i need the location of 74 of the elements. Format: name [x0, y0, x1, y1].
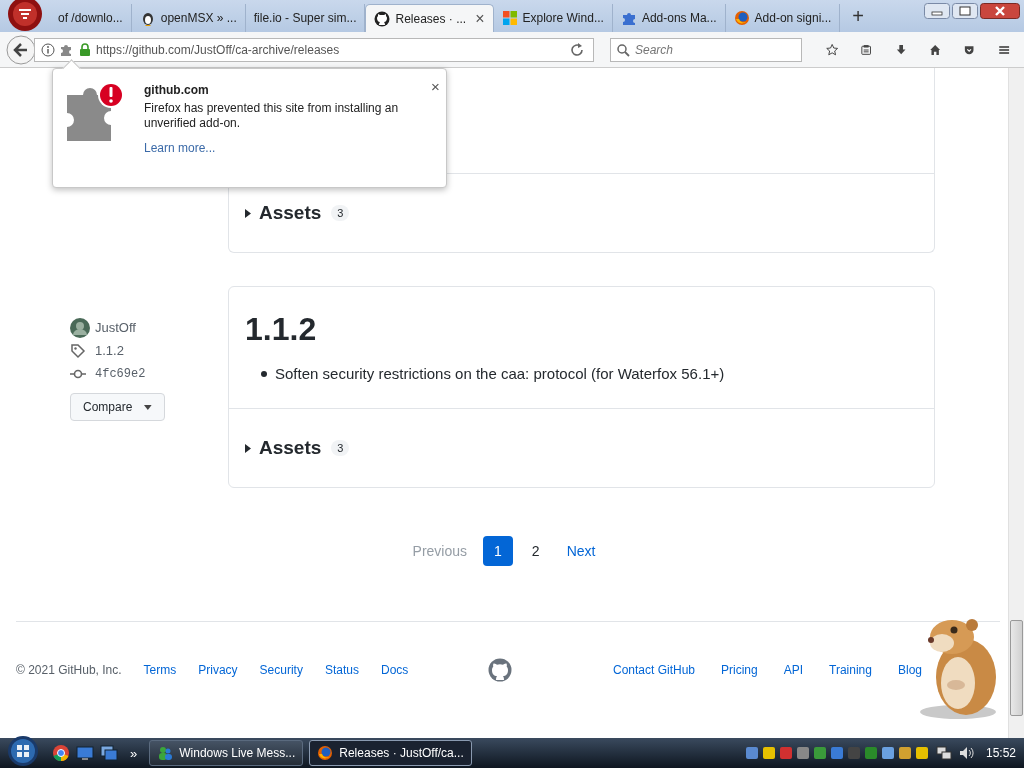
puzzle-icon — [60, 42, 74, 57]
octocat-logo-icon[interactable] — [487, 658, 512, 682]
commit-link[interactable]: 4fc69e2 — [95, 366, 146, 381]
caret-icon — [144, 404, 152, 410]
network-icon[interactable] — [935, 746, 952, 760]
tray-icon[interactable] — [744, 746, 759, 760]
taskbar-button[interactable]: Releases · JustOff/ca... — [309, 740, 472, 766]
close-tab-button[interactable]: × — [475, 9, 485, 28]
copyright-text: © 2021 GitHub, Inc. — [16, 663, 122, 677]
tray-icon[interactable] — [761, 746, 776, 760]
new-tab-button[interactable]: + — [840, 5, 876, 32]
assets-toggle[interactable]: Assets — [245, 437, 322, 459]
lock-icon — [79, 42, 91, 57]
release-note: Soften security restrictions on the caa: protocol (for Waterfox 56.1+) — [275, 365, 725, 382]
author-link[interactable]: JustOff — [95, 320, 136, 335]
tray-icon[interactable] — [914, 746, 929, 760]
count-badge: 3 — [331, 440, 350, 456]
footer-link[interactable]: Security — [259, 663, 303, 677]
footer-link[interactable]: Terms — [143, 663, 177, 677]
avatar-icon — [70, 317, 90, 338]
browser-tab[interactable]: Releases · ... × — [365, 4, 494, 32]
tray-icon[interactable] — [795, 746, 810, 760]
release-title[interactable]: 1.1.2 — [245, 311, 918, 347]
github-icon — [374, 10, 391, 27]
taskbar-button[interactable]: Windows Live Mess... — [149, 740, 304, 766]
assets-toggle[interactable]: Assets — [245, 202, 322, 224]
search-field[interactable]: Search — [610, 37, 802, 62]
learn-more-link[interactable]: Learn more... — [144, 141, 414, 155]
search-icon — [616, 42, 630, 57]
page-button[interactable]: 2 — [520, 536, 551, 566]
footer-link[interactable]: Blog — [897, 663, 922, 677]
compare-button[interactable]: Compare — [70, 393, 165, 421]
footer-link[interactable]: Docs — [380, 663, 409, 677]
close-button[interactable] — [980, 3, 1020, 19]
scrollbar-thumb[interactable] — [1010, 620, 1023, 716]
footer-link[interactable]: Privacy — [198, 663, 238, 677]
tag-icon — [70, 342, 86, 359]
tray-icon[interactable] — [829, 746, 844, 760]
footer-link[interactable]: API — [783, 663, 804, 677]
address-field[interactable]: https://github.com/JustOff/ca-archive/releases — [34, 37, 594, 62]
firefox-icon — [733, 10, 750, 26]
expand-triangle-icon — [245, 443, 251, 453]
back-button[interactable] — [6, 34, 36, 65]
tray-icon[interactable] — [897, 746, 912, 760]
clock-text: 15:52 — [985, 746, 1016, 760]
maximize-button[interactable] — [952, 3, 978, 19]
footer-link[interactable]: Training — [829, 663, 872, 677]
popup-title: github.com — [144, 83, 210, 97]
messenger-icon — [157, 745, 174, 761]
windows-icon — [501, 10, 518, 26]
tray-icon[interactable] — [812, 746, 827, 760]
next-link[interactable]: Next — [558, 537, 604, 565]
count-badge: 3 — [331, 205, 350, 221]
page-button[interactable]: 1 — [483, 536, 513, 566]
overflow-button[interactable]: » — [130, 745, 138, 761]
window-switch-icon[interactable] — [100, 744, 118, 762]
volume-icon[interactable] — [958, 746, 975, 760]
minimize-button[interactable] — [924, 3, 950, 19]
reload-icon — [569, 41, 585, 58]
scrollbar[interactable] — [1008, 68, 1024, 738]
close-button[interactable]: × — [431, 81, 440, 187]
footer-link[interactable]: Pricing — [721, 663, 758, 677]
expand-triangle-icon — [245, 208, 251, 218]
tag-link[interactable]: 1.1.2 — [95, 343, 124, 358]
popup-message: Firefox has prevented this site from installing an unverified add-on. — [144, 101, 400, 131]
footer-link[interactable]: Status — [324, 663, 359, 677]
desktop-icon[interactable] — [76, 744, 94, 762]
firefox-icon — [317, 745, 334, 761]
chrome-icon[interactable] — [52, 744, 70, 762]
info-icon — [41, 42, 55, 57]
puzzle-icon — [620, 10, 637, 26]
url-text: https://github.com/JustOff/ca-archive/releases — [96, 42, 341, 57]
tray-icon[interactable] — [880, 746, 895, 760]
footer-link[interactable]: Contact GitHub — [612, 663, 695, 677]
